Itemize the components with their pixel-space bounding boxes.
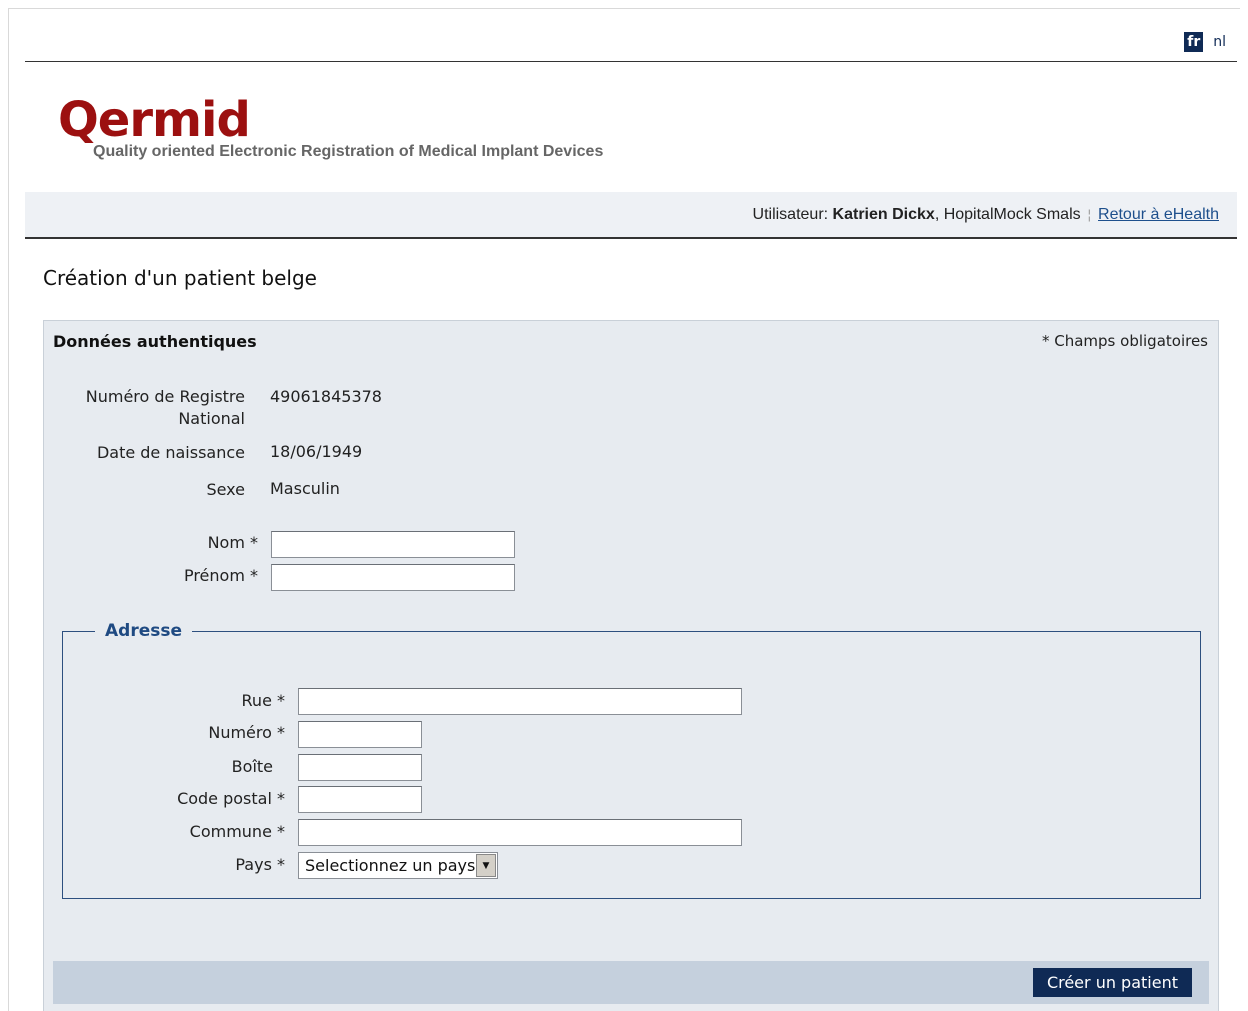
qermid-logo: Qermid Quality oriented Electronic Regis… (58, 92, 603, 160)
panel-title: Données authentiques (53, 332, 257, 351)
back-to-ehealth-link[interactable]: Retour à eHealth (1098, 206, 1219, 224)
create-patient-button[interactable]: Créer un patient (1032, 968, 1192, 997)
address-legend: Adresse (95, 621, 193, 641)
nom-input[interactable] (271, 531, 515, 558)
nrn-value: 49061845378 (270, 387, 382, 406)
dropdown-arrow-icon[interactable]: ▼ (476, 854, 496, 877)
rue-input[interactable] (298, 688, 742, 715)
required-fields-note: * Champs obligatoires (1041, 332, 1208, 350)
numero-label: Numéro * (208, 723, 285, 742)
code-postal-label: Code postal * (177, 789, 285, 808)
patient-form-panel: Données authentiques * Champs obligatoir… (43, 320, 1219, 1011)
pays-select[interactable]: Selectionnez un pays ▼ (298, 852, 498, 879)
code-postal-input[interactable] (298, 786, 422, 813)
logo-subtitle: Quality oriented Electronic Registration… (93, 143, 604, 160)
user-organization: , HopitalMock Smals (934, 205, 1081, 223)
logo-wordmark: Qermid (58, 92, 251, 148)
nrn-label-line2: National (178, 409, 245, 428)
user-name: Katrien Dickx (832, 205, 935, 223)
boite-input[interactable] (298, 754, 422, 781)
pays-label: Pays * (235, 855, 285, 874)
userbar-separator: ¦ (1087, 207, 1092, 222)
sex-label: Sexe (206, 480, 245, 499)
pays-selected-value: Selectionnez un pays (305, 856, 476, 875)
form-action-bar: Créer un patient (53, 961, 1209, 1004)
commune-input[interactable] (298, 819, 742, 846)
language-fr-link[interactable]: fr (1184, 32, 1204, 52)
user-label: Utilisateur: (752, 205, 829, 223)
nrn-label-line1: Numéro de Registre (85, 387, 245, 406)
user-bar: Utilisateur: Katrien Dickx, HopitalMock … (25, 192, 1237, 239)
prenom-input[interactable] (271, 564, 515, 591)
nom-label: Nom * (207, 533, 258, 552)
prenom-label: Prénom * (183, 566, 258, 585)
boite-label: Boîte (231, 757, 273, 776)
nrn-label: Numéro de Registre National (45, 386, 245, 430)
dob-value: 18/06/1949 (270, 442, 363, 461)
language-switcher: fr nl (1184, 32, 1226, 52)
language-nl-link[interactable]: nl (1213, 33, 1226, 51)
rue-label: Rue * (241, 691, 285, 710)
commune-label: Commune * (189, 822, 285, 841)
page-title: Création d'un patient belge (43, 266, 317, 290)
numero-input[interactable] (298, 721, 422, 748)
header-divider (25, 61, 1237, 62)
dob-label: Date de naissance (96, 443, 245, 462)
sex-value: Masculin (270, 479, 340, 498)
